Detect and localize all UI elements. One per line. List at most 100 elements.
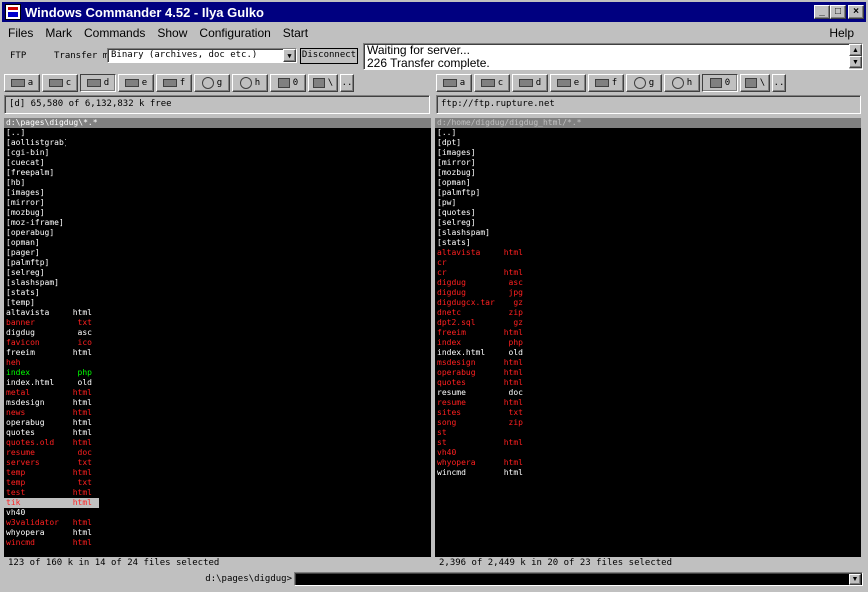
drive-button-f[interactable]: f xyxy=(588,74,624,92)
drive-button-a[interactable]: a xyxy=(436,74,472,92)
file-row[interactable]: index php xyxy=(435,338,861,348)
file-row[interactable]: st html xyxy=(435,438,861,448)
file-row[interactable]: dpt2.sql gz xyxy=(435,318,861,328)
file-row[interactable]: [cuecat] xyxy=(4,158,431,168)
drive-button-h[interactable]: h xyxy=(664,74,700,92)
scroll-down-icon[interactable]: ▼ xyxy=(849,56,862,68)
dropdown-arrow-icon[interactable]: ▼ xyxy=(283,49,296,62)
menu-files[interactable]: Files xyxy=(2,26,39,40)
file-row[interactable]: resume doc xyxy=(435,388,861,398)
file-row[interactable]: altavista html xyxy=(4,308,431,318)
file-row[interactable]: favicon ico xyxy=(4,338,431,348)
file-row[interactable]: [operabug] xyxy=(4,228,431,238)
drive-button-a[interactable]: a xyxy=(4,74,40,92)
right-file-panel[interactable]: [..] [dpt] [images] [mirror] [mozbug] [opman]… xyxy=(435,128,861,557)
file-row[interactable]: st xyxy=(435,428,861,438)
drive-button-0[interactable]: 0 xyxy=(270,74,306,92)
drive-button-e[interactable]: e xyxy=(550,74,586,92)
file-row[interactable]: tik html xyxy=(4,498,99,508)
app-icon[interactable] xyxy=(5,4,21,20)
transfer-mode-select[interactable]: Binary (archives, doc etc.) ▼ xyxy=(107,48,297,63)
file-row[interactable]: metal html xyxy=(4,388,431,398)
drive-button-h[interactable]: h xyxy=(232,74,268,92)
file-row[interactable]: [stats] xyxy=(435,238,861,248)
right-path-header[interactable]: d:/home/digdug/digdug_html/*.* xyxy=(435,118,861,128)
file-row[interactable]: msdesign html xyxy=(4,398,431,408)
file-row[interactable]: temp txt xyxy=(4,478,431,488)
file-row[interactable]: wincmd html xyxy=(435,468,861,478)
disconnect-button[interactable]: Disconnect xyxy=(300,48,358,64)
file-row[interactable]: [mirror] xyxy=(435,158,861,168)
left-file-panel[interactable]: [..] [aollistgrab] [cgi-bin] [cuecat] [freep… xyxy=(4,128,431,557)
drive-button-g[interactable]: g xyxy=(194,74,230,92)
log-scrollbar[interactable]: ▲ ▼ xyxy=(849,44,862,69)
drive-button-parent[interactable]: .. xyxy=(340,74,354,92)
ftp-log[interactable]: Waiting for server... 226 Transfer compl… xyxy=(363,43,863,70)
file-row[interactable]: digdugcx.tar gz xyxy=(435,298,861,308)
dropdown-arrow-icon[interactable]: ▼ xyxy=(849,574,861,585)
file-row[interactable]: [dpt] xyxy=(435,138,861,148)
file-row[interactable]: [opman] xyxy=(435,178,861,188)
drive-button-root[interactable]: \ xyxy=(740,74,770,92)
file-row[interactable]: [aollistgrab] xyxy=(4,138,431,148)
file-row[interactable]: heh xyxy=(4,358,431,368)
file-row[interactable]: index.html old xyxy=(4,378,431,388)
menu-commands[interactable]: Commands xyxy=(78,26,151,40)
file-row[interactable]: cr xyxy=(435,258,861,268)
file-row[interactable]: operabug html xyxy=(435,368,861,378)
file-row[interactable]: [temp] xyxy=(4,298,431,308)
file-row[interactable]: whyopera html xyxy=(435,458,861,468)
file-row[interactable]: [stats] xyxy=(4,288,431,298)
file-row[interactable]: sites txt xyxy=(435,408,861,418)
file-row[interactable]: [palmftp] xyxy=(435,188,861,198)
file-row[interactable]: [images] xyxy=(4,188,431,198)
file-row[interactable]: resume html xyxy=(435,398,861,408)
file-row[interactable]: freeim html xyxy=(435,328,861,338)
file-row[interactable]: operabug html xyxy=(4,418,431,428)
file-row[interactable]: freeim html xyxy=(4,348,431,358)
menu-start[interactable]: Start xyxy=(277,26,314,40)
menu-help[interactable]: Help xyxy=(823,26,860,40)
file-row[interactable]: cr html xyxy=(435,268,861,278)
file-row[interactable]: temp html xyxy=(4,468,431,478)
file-row[interactable]: [selreg] xyxy=(4,268,431,278)
file-row[interactable]: vh40 xyxy=(4,508,431,518)
file-row[interactable]: [slashspam] xyxy=(435,228,861,238)
drive-button-g[interactable]: g xyxy=(626,74,662,92)
file-row[interactable]: [quotes] xyxy=(435,208,861,218)
file-row[interactable]: [mozbug] xyxy=(4,208,431,218)
menu-show[interactable]: Show xyxy=(151,26,193,40)
drive-button-e[interactable]: e xyxy=(118,74,154,92)
title-bar[interactable]: Windows Commander 4.52 - Ilya Gulko _ □ … xyxy=(2,2,866,22)
file-row[interactable]: vh40 xyxy=(435,448,861,458)
drive-button-f[interactable]: f xyxy=(156,74,192,92)
file-row[interactable]: wincmd html xyxy=(4,538,431,548)
file-row[interactable]: [pager] xyxy=(4,248,431,258)
drive-button-d[interactable]: d xyxy=(80,74,116,92)
file-row[interactable]: quotes.old html xyxy=(4,438,431,448)
file-row[interactable]: quotes html xyxy=(435,378,861,388)
file-row[interactable]: [hb] xyxy=(4,178,431,188)
file-row[interactable]: banner txt xyxy=(4,318,431,328)
file-row[interactable]: index.html old xyxy=(435,348,861,358)
menu-mark[interactable]: Mark xyxy=(39,26,78,40)
file-row[interactable]: [palmftp] xyxy=(4,258,431,268)
file-row[interactable]: [images] xyxy=(435,148,861,158)
file-row[interactable]: digdug asc xyxy=(4,328,431,338)
menu-configuration[interactable]: Configuration xyxy=(193,26,276,40)
file-row[interactable]: digdug asc xyxy=(435,278,861,288)
file-row[interactable]: [mirror] xyxy=(4,198,431,208)
file-row[interactable]: servers txt xyxy=(4,458,431,468)
drive-button-root[interactable]: \ xyxy=(308,74,338,92)
close-button[interactable]: × xyxy=(848,5,864,19)
file-row[interactable]: whyopera html xyxy=(4,528,431,538)
left-path-header[interactable]: d:\pages\digdug\*.* xyxy=(4,118,431,128)
drive-button-0[interactable]: 0 xyxy=(702,74,738,92)
drive-button-d[interactable]: d xyxy=(512,74,548,92)
file-row[interactable]: [slashspam] xyxy=(4,278,431,288)
file-row[interactable]: [..] xyxy=(4,128,431,138)
scroll-up-icon[interactable]: ▲ xyxy=(849,44,862,56)
file-row[interactable]: index php xyxy=(4,368,431,378)
file-row[interactable]: [selreg] xyxy=(435,218,861,228)
file-row[interactable]: [pw] xyxy=(435,198,861,208)
